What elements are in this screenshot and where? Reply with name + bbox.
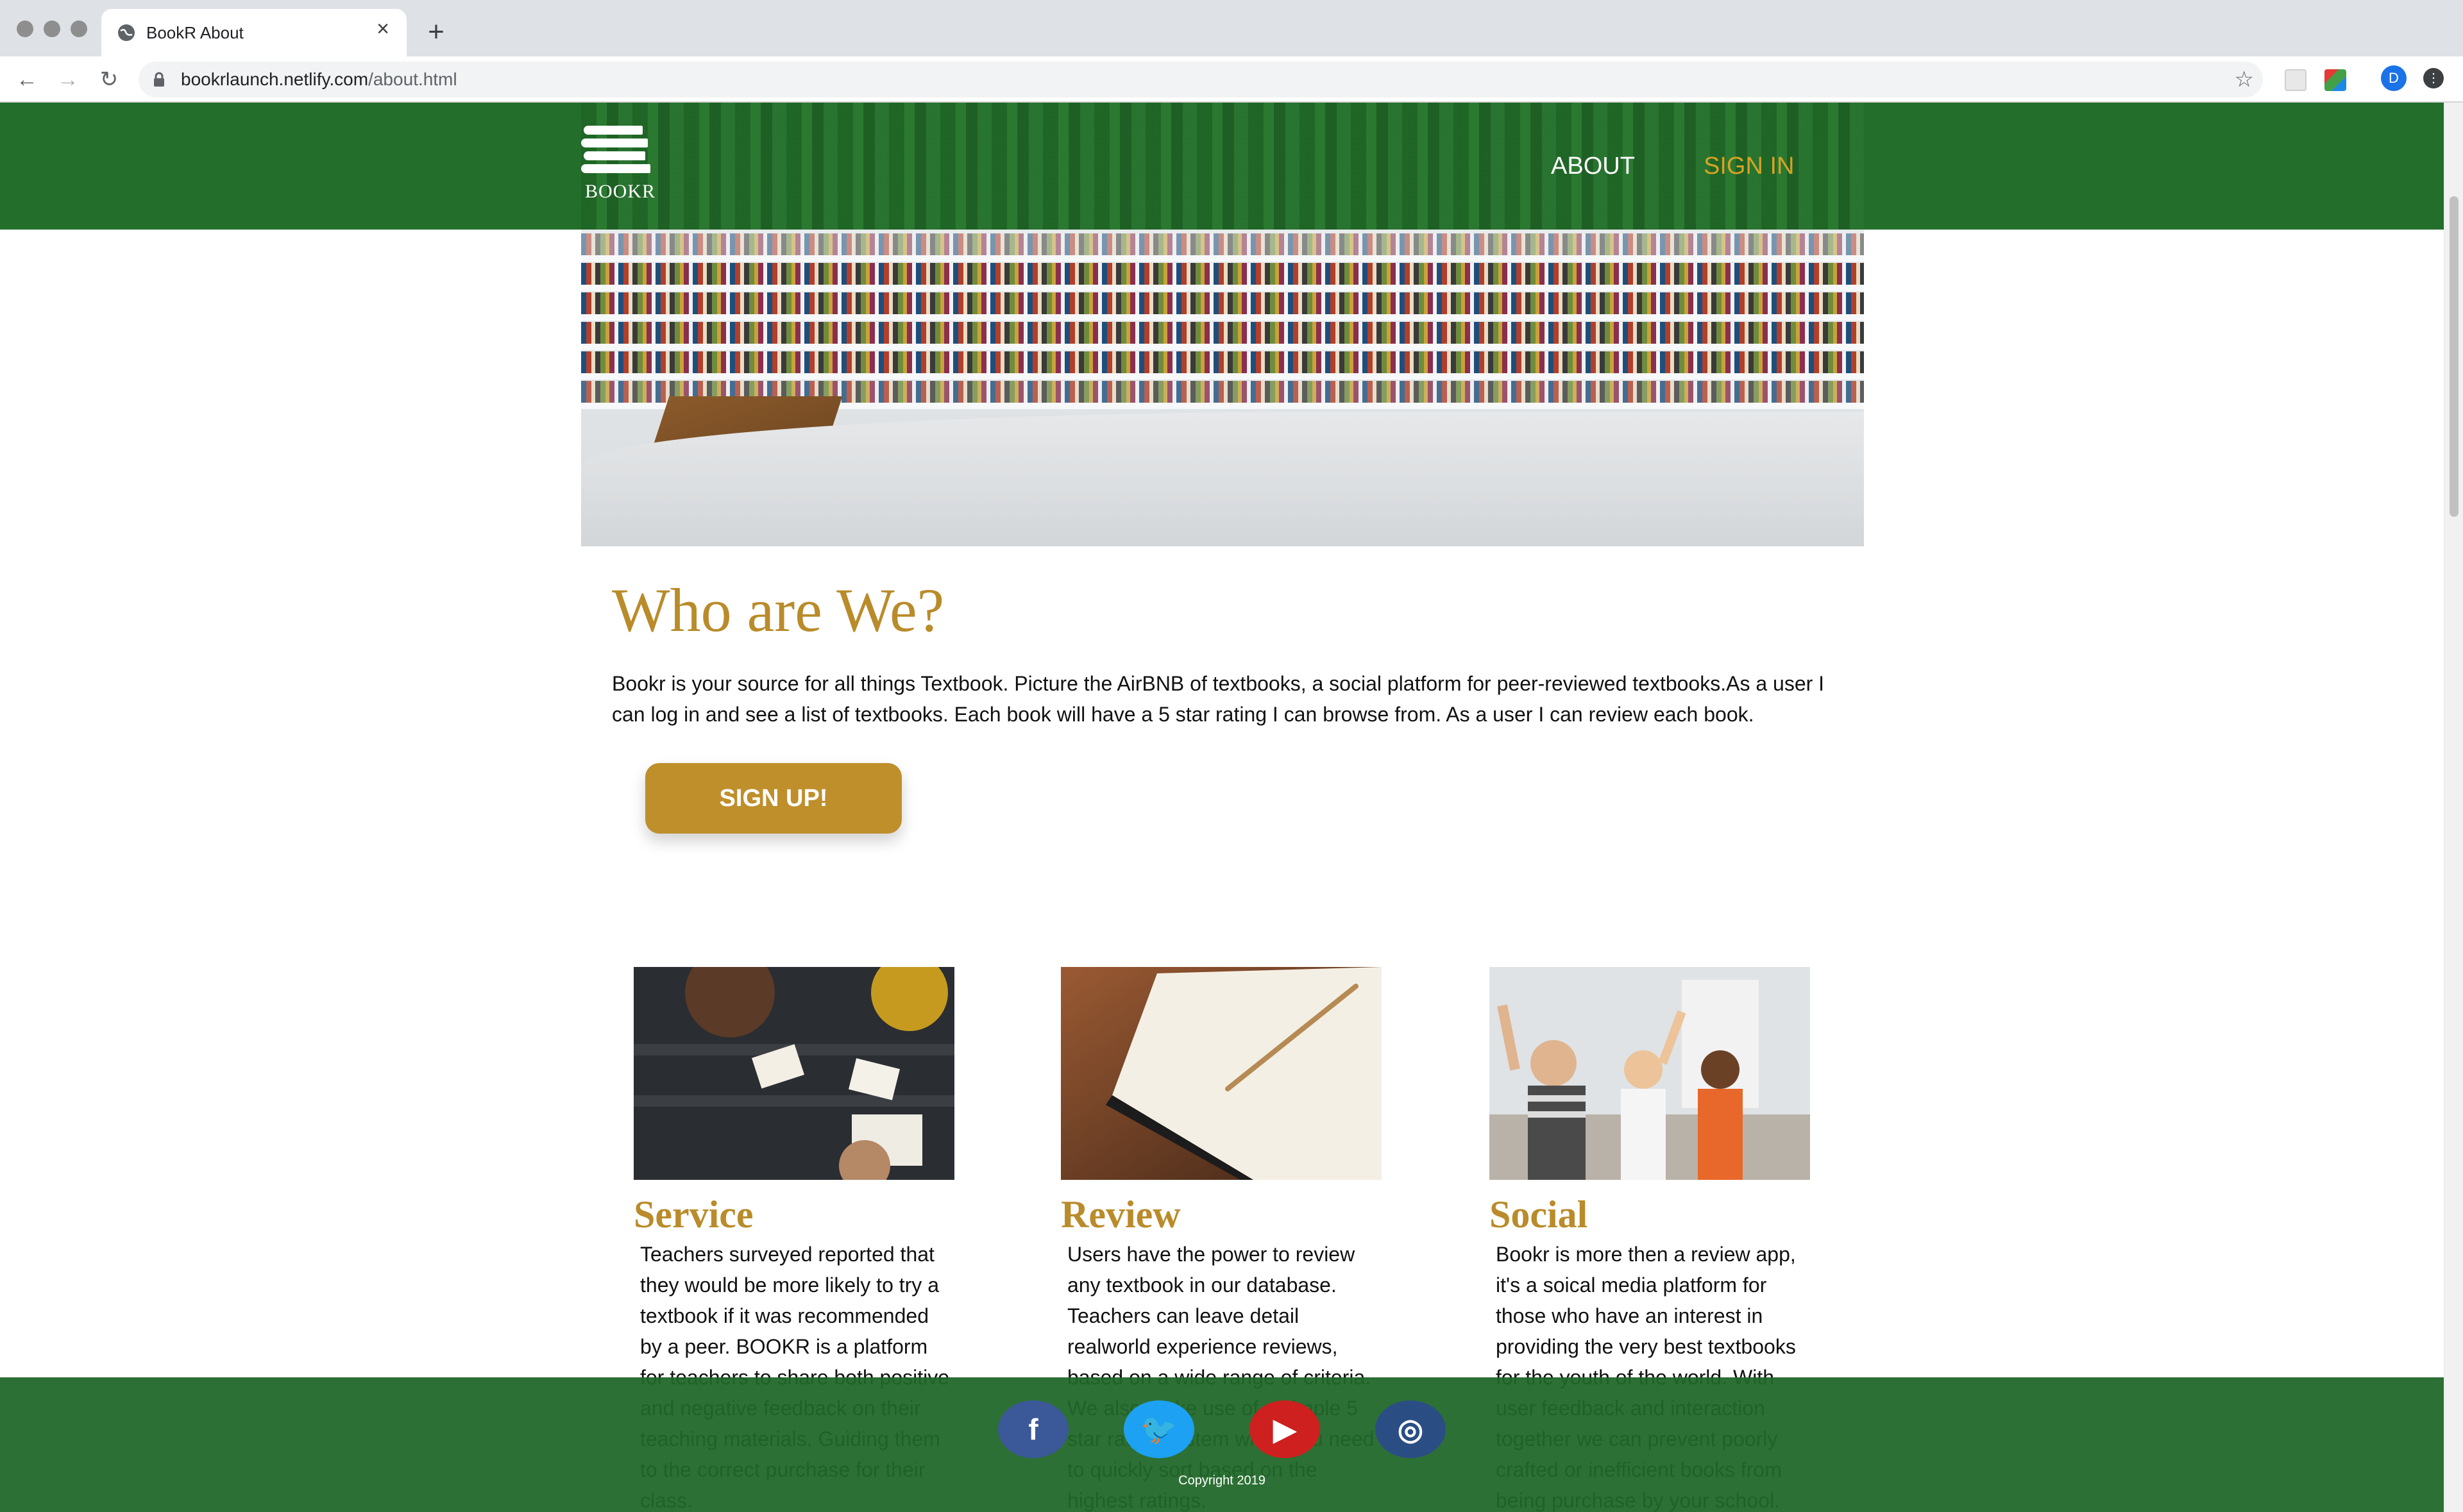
lock-icon — [154, 72, 164, 87]
new-tab-button[interactable]: + — [423, 18, 449, 46]
profile-avatar[interactable]: D — [2381, 65, 2407, 91]
browser-tabstrip: BookR About × + — [0, 0, 2463, 56]
logo-book-icon — [581, 164, 650, 173]
logo-book-icon — [581, 139, 648, 147]
window-minimize-dot[interactable] — [44, 21, 60, 37]
close-icon[interactable]: × — [372, 18, 394, 40]
page-viewport: BOOKR ABOUT SIGN IN Who are We? Bookr is… — [0, 103, 2463, 1512]
copyright-text: Copyright 2019 — [1178, 1474, 1265, 1488]
logo-book-icon — [584, 151, 645, 160]
facebook-icon[interactable]: f — [998, 1400, 1069, 1458]
header-background-image — [581, 103, 1864, 230]
browser-toolbar: ← → ↻ bookrlaunch.netlify.com/about.html… — [0, 56, 2463, 103]
bookr-logo[interactable]: BOOKR — [581, 126, 656, 203]
intro-paragraph: Bookr is your source for all things Text… — [612, 672, 1825, 726]
browser-tab-active[interactable]: BookR About × — [101, 9, 407, 56]
youtube-icon[interactable]: ▶ — [1249, 1400, 1320, 1458]
page-scrollbar[interactable] — [2444, 103, 2463, 1512]
bookmark-star-icon[interactable]: ☆ — [2235, 65, 2254, 94]
reload-icon[interactable]: ↻ — [95, 65, 123, 94]
window-zoom-dot[interactable] — [71, 21, 87, 37]
feature-title: Social — [1489, 1193, 1588, 1236]
logo-text: BOOKR — [585, 181, 656, 202]
scrollbar-thumb[interactable] — [2450, 196, 2459, 517]
social-image — [1489, 967, 1810, 1180]
review-image — [1061, 967, 1382, 1180]
nav-link-sign-in[interactable]: SIGN IN — [1704, 153, 1794, 180]
url-text: bookrlaunch.netlify.com/about.html — [181, 68, 457, 91]
site-footer: f 🐦 ▶ ◎ Copyright 2019 — [0, 1377, 2444, 1512]
feature-title: Service — [634, 1193, 754, 1236]
page-title: Who are We? — [612, 576, 945, 644]
instagram-icon[interactable]: ◎ — [1375, 1400, 1446, 1458]
nav-link-about[interactable]: ABOUT — [1551, 153, 1635, 180]
address-bar[interactable]: bookrlaunch.netlify.com/about.html ☆ — [139, 62, 2263, 97]
forward-icon[interactable]: → — [54, 65, 82, 94]
sign-up-button[interactable]: SIGN UP! — [645, 763, 902, 834]
site-header: BOOKR ABOUT SIGN IN — [0, 103, 2444, 230]
twitter-icon[interactable]: 🐦 — [1124, 1400, 1194, 1458]
hero-library-image — [581, 230, 1864, 546]
window-close-dot[interactable] — [17, 21, 33, 37]
feature-title: Review — [1061, 1193, 1181, 1236]
browser-menu-icon[interactable]: ⋮ — [2423, 68, 2444, 88]
tab-title: BookR About — [146, 23, 244, 42]
url-path: /about.html — [368, 69, 457, 89]
extension-icon[interactable] — [2285, 69, 2306, 91]
globe-icon — [118, 24, 135, 41]
back-icon[interactable]: ← — [13, 65, 41, 94]
logo-book-icon — [584, 126, 643, 135]
extension-color-icon[interactable] — [2324, 69, 2346, 91]
url-domain: bookrlaunch.netlify.com — [181, 69, 369, 89]
service-image — [634, 967, 954, 1180]
